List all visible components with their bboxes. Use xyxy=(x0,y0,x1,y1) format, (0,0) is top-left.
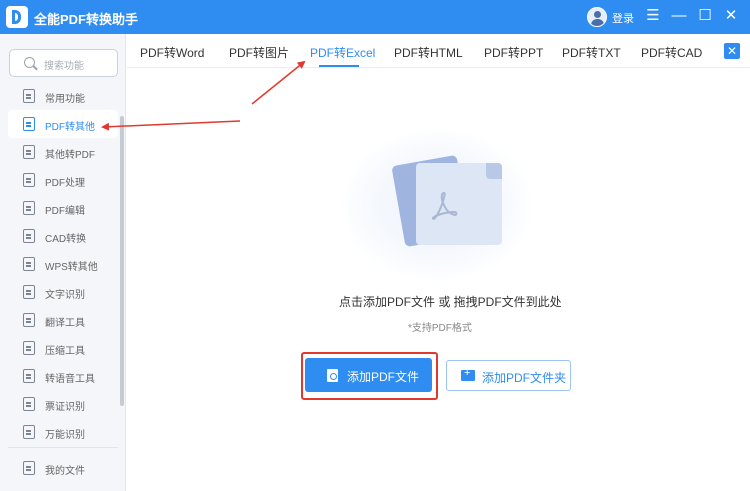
annotation-arrow-tab xyxy=(251,60,306,105)
annotation-arrows xyxy=(101,60,306,131)
annotation-arrow-sidebar xyxy=(101,120,241,131)
